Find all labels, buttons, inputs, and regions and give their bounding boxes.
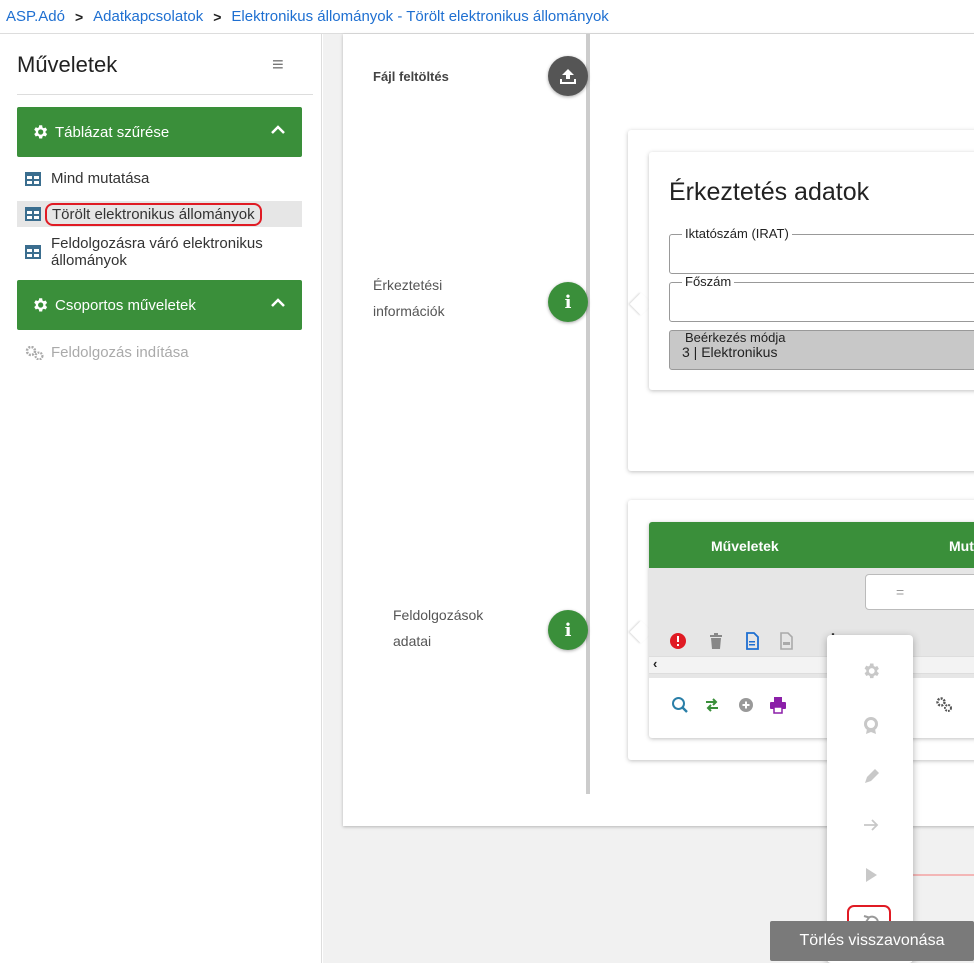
sidebar-item-show-all[interactable]: Mind mutatása — [17, 170, 302, 187]
divider — [17, 94, 313, 95]
group-label: Táblázat szűrése — [55, 123, 170, 141]
processing-table: Műveletek Mut = ⋮ ‹ — [649, 522, 974, 738]
scroll-left-icon[interactable]: ‹ — [653, 656, 657, 671]
actions-popup-menu — [827, 635, 913, 963]
menu-icon[interactable]: ≡ — [272, 54, 284, 77]
arrow-right-icon[interactable] — [861, 815, 881, 835]
iktatoszam-field[interactable]: Iktatószám (IRAT) — [669, 226, 974, 274]
table-header: Műveletek Mut — [649, 522, 974, 568]
sidebar-item-pending-files[interactable]: Feldolgozásra váró elektronikus állomány… — [17, 235, 307, 269]
search-icon[interactable] — [671, 696, 689, 714]
col-header-actions: Műveletek — [711, 538, 779, 554]
gear-icon[interactable] — [861, 661, 881, 681]
print-icon[interactable] — [769, 696, 787, 714]
badge-icon[interactable] — [861, 715, 881, 735]
pen-icon[interactable] — [861, 767, 881, 787]
upload-icon[interactable] — [548, 56, 588, 96]
info-icon[interactable]: i — [548, 610, 588, 650]
tooltip-undo-delete: Törlés visszavonása — [770, 921, 974, 961]
breadcrumb-item-asp-ado[interactable]: ASP.Adó — [6, 8, 65, 25]
registration-panel: Érkeztetés adatok Iktatószám (IRAT) Fősz… — [649, 152, 974, 390]
step-label-upload: Fájl feltöltés — [373, 69, 449, 84]
table-icon — [25, 245, 41, 259]
chevron-up-icon[interactable] — [270, 295, 286, 311]
table-icon — [25, 172, 41, 186]
step-label-line: Érkeztetési — [373, 277, 443, 293]
document-icon[interactable] — [743, 632, 761, 650]
horizontal-scrollbar[interactable]: ‹ — [649, 656, 974, 674]
step-label-registration: Érkeztetési információk — [373, 272, 445, 324]
gears-icon — [25, 346, 44, 360]
field-label: Iktatószám (IRAT) — [682, 226, 792, 241]
col-header-show: Mut — [949, 538, 974, 554]
breadcrumb-separator: > — [74, 8, 84, 25]
field-label: Főszám — [682, 274, 735, 289]
step-label-processing: Feldolgozások adatai — [393, 602, 483, 654]
breadcrumb-separator: > — [213, 8, 222, 25]
field-label: Beérkezés módja — [685, 330, 786, 345]
gear-icon — [34, 298, 48, 312]
group-bulk-operations[interactable]: Csoportos műveletek — [17, 280, 302, 330]
table-body: = ⋮ ‹ — [649, 568, 974, 678]
group-table-filter[interactable]: Táblázat szűrése — [17, 107, 302, 157]
table-icon — [25, 207, 41, 221]
arrival-mode-field: Beérkezés módja 3 | Elektronikus — [669, 330, 974, 370]
trash-icon[interactable] — [707, 632, 725, 650]
group-label: Csoportos műveletek — [55, 296, 196, 314]
timeline-line — [586, 34, 590, 794]
step-label-line: Feldolgozások — [393, 607, 484, 623]
divider — [912, 874, 974, 876]
gears-icon[interactable] — [935, 696, 953, 714]
sidebar-item-start-processing: Feldolgozás indítása — [17, 344, 302, 361]
sidebar-item-label: Feldolgozás indítása — [51, 344, 189, 361]
foszam-field[interactable]: Főszám — [669, 274, 974, 322]
chevron-up-icon[interactable] — [270, 122, 286, 138]
sidebar-item-label: Feldolgozásra váró elektronikus állomány… — [51, 235, 263, 269]
sidebar-item-deleted-files[interactable]: Törölt elektronikus állományok — [17, 201, 302, 227]
sidebar: Műveletek ≡ Táblázat szűrése Mind mutatá… — [0, 34, 322, 963]
sidebar-title: Műveletek — [17, 52, 118, 77]
sidebar-item-label: Törölt elektronikus állományok — [45, 202, 262, 226]
error-icon[interactable] — [669, 632, 687, 650]
add-circle-icon[interactable] — [737, 696, 755, 714]
registration-title: Érkeztetés adatok — [669, 178, 870, 206]
step-label-line: adatai — [393, 633, 432, 649]
pdf-icon[interactable] — [777, 632, 795, 650]
breadcrumb-item-current[interactable]: Elektronikus állományok - Törölt elektro… — [231, 8, 608, 25]
breadcrumb: ASP.Adó > Adatkapcsolatok > Elektronikus… — [0, 0, 974, 34]
filter-input[interactable]: = — [865, 574, 974, 610]
step-label-line: információk — [373, 303, 445, 319]
field-value: 3 | Elektronikus — [682, 344, 778, 360]
play-icon[interactable] — [861, 865, 881, 885]
info-icon[interactable]: i — [548, 282, 588, 322]
table-toolbar — [649, 678, 974, 730]
swap-icon[interactable] — [703, 696, 721, 714]
gear-icon — [34, 125, 48, 139]
sidebar-item-label: Mind mutatása — [51, 170, 150, 187]
breadcrumb-item-adatkapcsolatok[interactable]: Adatkapcsolatok — [93, 8, 203, 25]
